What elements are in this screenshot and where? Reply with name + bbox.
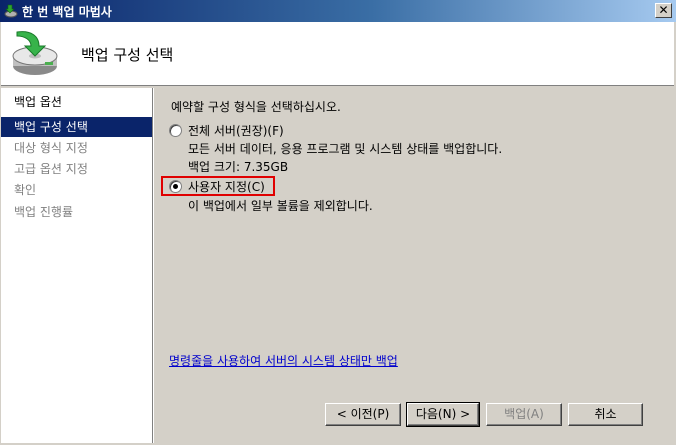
full-server-description: 모든 서버 데이터, 응용 프로그램 및 시스템 상태를 백업합니다. bbox=[188, 142, 503, 156]
backup-app-icon bbox=[4, 4, 18, 18]
back-button[interactable]: < 이전(P) bbox=[325, 403, 401, 426]
content-panel: 예약할 구성 형식을 선택하십시오. 전체 서버(권장)(F) 모든 서버 데이… bbox=[155, 88, 674, 443]
nav-step-progress: 백업 진행률 bbox=[14, 205, 74, 219]
custom-radio[interactable] bbox=[169, 180, 182, 193]
cancel-button[interactable]: 취소 bbox=[568, 403, 643, 426]
page-heading: 백업 구성 선택 bbox=[81, 46, 174, 64]
wizard-header: 백업 구성 선택 bbox=[1, 22, 674, 86]
system-state-cmdline-link[interactable]: 명령줄을 사용하여 서버의 시스템 상태만 백업 bbox=[169, 352, 398, 369]
wizard-step-nav: 백업 옵션 백업 구성 선택 대상 형식 지정 고급 옵션 지정 확인 백업 진… bbox=[1, 88, 152, 443]
wizard-window: 한 번 백업 마법사 ✕ 백업 구성 선택 백업 옵션 백업 구성 선택 대상 … bbox=[0, 0, 676, 445]
backup-disk-icon bbox=[12, 31, 58, 75]
window-title: 한 번 백업 마법사 bbox=[22, 5, 112, 19]
close-icon: ✕ bbox=[658, 3, 669, 17]
title-bar: 한 번 백업 마법사 ✕ bbox=[0, 0, 676, 22]
custom-description: 이 백업에서 일부 볼륨을 제외합니다. bbox=[188, 199, 373, 213]
nav-step-target-format: 대상 형식 지정 bbox=[14, 141, 88, 155]
full-server-label[interactable]: 전체 서버(권장)(F) bbox=[188, 122, 284, 139]
full-server-radio[interactable] bbox=[169, 124, 182, 137]
custom-label[interactable]: 사용자 지정(C) bbox=[188, 178, 265, 195]
nav-step-backup-options[interactable]: 백업 옵션 bbox=[1, 92, 152, 112]
backup-size-text: 백업 크기: 7.35GB bbox=[188, 160, 289, 174]
nav-step-select-config[interactable]: 백업 구성 선택 bbox=[1, 117, 152, 137]
next-button[interactable]: 다음(N) > bbox=[406, 402, 480, 427]
nav-step-advanced-options: 고급 옵션 지정 bbox=[14, 162, 88, 176]
backup-button: 백업(A) bbox=[486, 403, 562, 426]
close-button[interactable]: ✕ bbox=[655, 3, 672, 18]
nav-divider bbox=[152, 88, 154, 443]
nav-step-confirm: 확인 bbox=[14, 183, 37, 197]
instruction-text: 예약할 구성 형식을 선택하십시오. bbox=[171, 100, 341, 114]
